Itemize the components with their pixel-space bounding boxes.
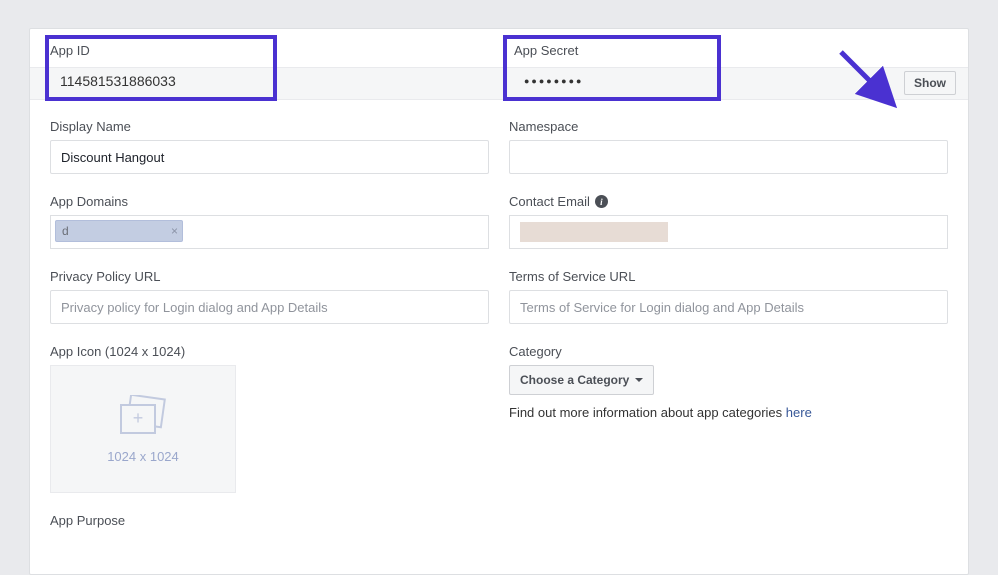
namespace-label: Namespace — [509, 119, 948, 134]
app-id-value-wrap: 114581531886033 — [50, 64, 504, 97]
contact-email-redacted — [520, 222, 668, 242]
app-secret-label: App Secret — [514, 43, 968, 58]
display-name-label: Display Name — [50, 119, 489, 134]
chevron-down-icon — [635, 378, 643, 382]
tos-label: Terms of Service URL — [509, 269, 948, 284]
show-secret-button[interactable]: Show — [904, 71, 956, 95]
app-secret-value-wrap: ●●●●●●●● — [514, 64, 968, 97]
settings-card: App ID 114581531886033 App Secret ●●●●●●… — [29, 28, 969, 575]
app-secret-col: App Secret ●●●●●●●● — [504, 29, 968, 97]
category-help-link[interactable]: here — [786, 405, 812, 420]
top-row: App ID 114581531886033 App Secret ●●●●●●… — [30, 29, 968, 97]
info-icon[interactable]: i — [595, 195, 608, 208]
tos-input[interactable] — [509, 290, 948, 324]
category-label: Category — [509, 344, 948, 359]
app-purpose-label: App Purpose — [50, 513, 489, 528]
contact-email-label-text: Contact Email — [509, 194, 590, 209]
domain-chip-text: d — [62, 224, 119, 238]
app-icon-placeholder-text: 1024 x 1024 — [107, 449, 179, 464]
category-dropdown[interactable]: Choose a Category — [509, 365, 654, 395]
app-secret-mask: ●●●●●●●● — [514, 76, 584, 86]
app-id-value: 114581531886033 — [50, 73, 176, 89]
category-help-prefix: Find out more information about app cate… — [509, 405, 786, 420]
category-help-text: Find out more information about app cate… — [509, 405, 948, 420]
contact-email-label: Contact Email i — [509, 194, 608, 209]
app-icon-label: App Icon (1024 x 1024) — [50, 344, 489, 359]
privacy-policy-label: Privacy Policy URL — [50, 269, 489, 284]
app-id-col: App ID 114581531886033 — [30, 29, 504, 97]
app-domains-label: App Domains — [50, 194, 489, 209]
privacy-policy-input[interactable] — [50, 290, 489, 324]
svg-text:+: + — [133, 408, 144, 428]
domain-chip-remove-icon[interactable]: × — [171, 224, 178, 238]
app-id-label: App ID — [50, 43, 504, 58]
display-name-input[interactable] — [50, 140, 489, 174]
domain-chip[interactable]: d × — [55, 220, 183, 242]
category-dropdown-label: Choose a Category — [520, 373, 629, 387]
app-domains-input[interactable]: d × — [50, 215, 489, 249]
app-icon-upload[interactable]: + 1024 x 1024 — [50, 365, 236, 493]
namespace-input[interactable] — [509, 140, 948, 174]
contact-email-input[interactable] — [509, 215, 948, 249]
image-placeholder-icon: + — [117, 395, 169, 439]
